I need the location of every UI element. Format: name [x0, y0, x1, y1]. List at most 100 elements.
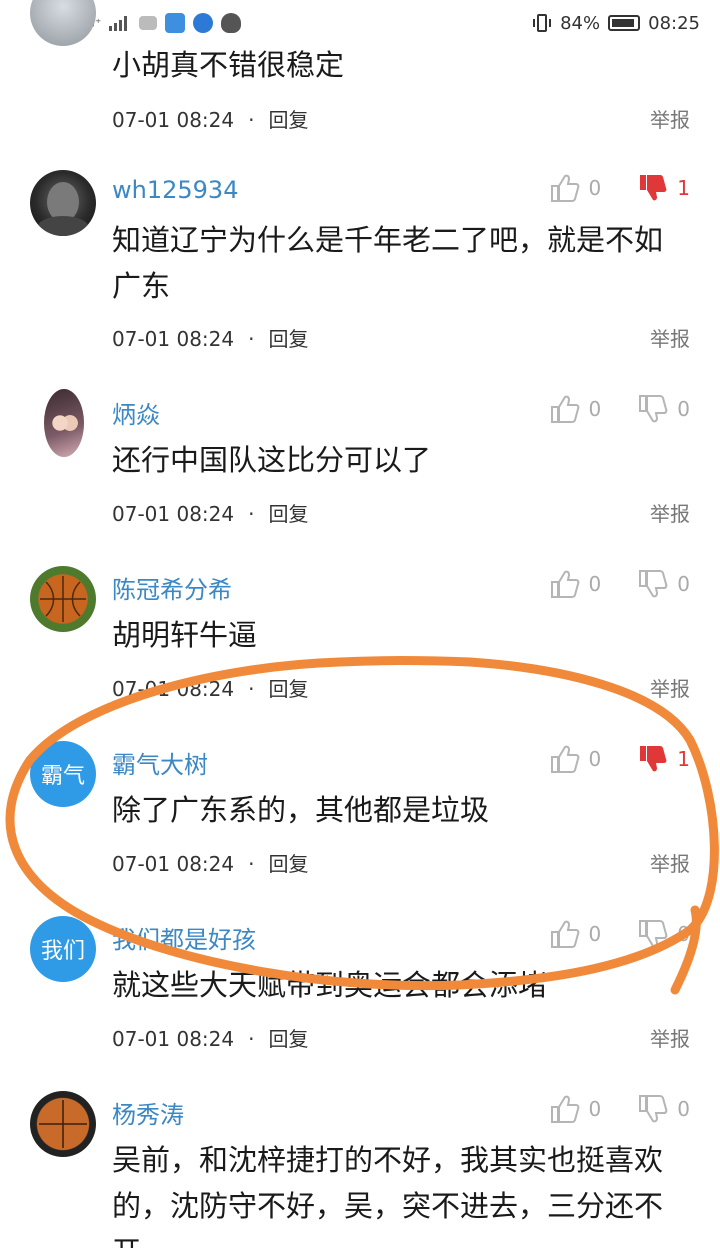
- comment-text: 还行中国队这比分可以了: [112, 443, 432, 477]
- comment-meta: 07-01 08:24 · 回复: [112, 673, 308, 702]
- comment-text: 胡明轩牛逼: [112, 618, 258, 652]
- thumb-down-icon: [639, 920, 668, 948]
- comment-time: 07-01 08:24: [112, 852, 235, 876]
- separator-dot: ·: [248, 677, 255, 701]
- reply-link[interactable]: 回复: [268, 502, 308, 526]
- couple-photo-avatar-icon: [44, 389, 84, 457]
- dislike-button[interactable]: 0: [637, 568, 690, 600]
- reply-link[interactable]: 回复: [268, 108, 308, 132]
- dislike-count: 0: [677, 1097, 690, 1121]
- comment-item: 我们 我们都是好孩 0 0 就这些大天赋带到奥运会都会添堵 07-01 08:2…: [0, 900, 720, 1075]
- portrait-avatar-icon: [37, 182, 89, 236]
- comment-text: 除了广东系的，其他都是垃圾: [112, 793, 490, 827]
- comment-item: 陈冠希分希 0 0 胡明轩牛逼 07-01 08:24 · 回复 举报: [0, 550, 720, 725]
- comment-text: 知道辽宁为什么是千年老二了吧，就是不如广东: [112, 223, 664, 303]
- thumb-down-icon: [639, 395, 668, 423]
- thumb-up-icon: [550, 395, 579, 423]
- comment-item: 霸气 霸气大树 0 1 除了广东系的，其他都是垃圾 07-01 08:24 · 回复…: [0, 725, 720, 900]
- avatar[interactable]: [30, 1091, 96, 1157]
- dislike-count: 0: [677, 922, 690, 946]
- report-link[interactable]: 举报: [650, 848, 690, 877]
- username[interactable]: wh125934: [112, 176, 238, 204]
- comment-time: 07-01 08:24: [112, 502, 235, 526]
- thumb-down-icon: [639, 1095, 668, 1123]
- comment-text: 就这些大天赋带到奥运会都会添堵: [112, 968, 548, 1002]
- dislike-count: 0: [677, 572, 690, 596]
- dislike-button[interactable]: 1: [637, 743, 690, 775]
- username[interactable]: 杨秀涛: [112, 1095, 184, 1130]
- reply-link[interactable]: 回复: [268, 327, 308, 351]
- like-button[interactable]: 0: [549, 918, 602, 950]
- thumb-up-icon: [550, 745, 579, 773]
- reply-link[interactable]: 回复: [268, 852, 308, 876]
- dislike-button[interactable]: 0: [637, 1093, 690, 1125]
- dislike-button[interactable]: 0: [637, 918, 690, 950]
- reply-link[interactable]: 回复: [268, 677, 308, 701]
- username[interactable]: 陈冠希分希: [112, 570, 232, 605]
- like-button[interactable]: 0: [549, 393, 602, 425]
- like-button[interactable]: 0: [549, 172, 602, 204]
- thumb-up-icon: [550, 570, 579, 598]
- like-button[interactable]: 0: [549, 743, 602, 775]
- vote-group: 0 1: [549, 172, 690, 204]
- username[interactable]: 炳焱: [112, 395, 160, 430]
- report-link[interactable]: 举报: [650, 104, 690, 133]
- vote-group: 0 0: [549, 393, 690, 425]
- comment-item: wh125934 0 1 知道辽宁为什么是千年老二了吧，就是不如广东 07-01…: [0, 150, 720, 375]
- avatar[interactable]: [30, 566, 96, 632]
- like-button[interactable]: 0: [549, 1093, 602, 1125]
- like-count: 0: [588, 572, 602, 596]
- like-count: 0: [588, 922, 602, 946]
- separator-dot: ·: [248, 1027, 255, 1051]
- report-link[interactable]: 举报: [650, 498, 690, 527]
- avatar[interactable]: 我们: [30, 916, 96, 982]
- vote-group: 0 0: [549, 568, 690, 600]
- comment-time: 07-01 08:24: [112, 108, 235, 132]
- comment-text: 小胡真不错很稳定: [112, 48, 345, 82]
- like-button[interactable]: 0: [549, 568, 602, 600]
- report-link[interactable]: 举报: [650, 1023, 690, 1052]
- separator-dot: ·: [248, 502, 255, 526]
- avatar[interactable]: 霸气: [30, 741, 96, 807]
- thumb-down-icon: [640, 746, 667, 772]
- comment-time: 07-01 08:24: [112, 327, 235, 351]
- comment-item: 炳焱 0 0 还行中国队这比分可以了 07-01 08:24 · 回复 举报: [0, 375, 720, 550]
- report-link[interactable]: 举报: [650, 673, 690, 702]
- comment-text: 吴前，和沈梓捷打的不好，我其实也挺喜欢的，沈防守不好，吴，突不进去，三分还不开: [112, 1143, 664, 1248]
- like-count: 0: [588, 747, 602, 771]
- thumb-up-icon: [550, 174, 579, 202]
- like-count: 0: [588, 1097, 602, 1121]
- comment-time: 07-01 08:24: [112, 677, 235, 701]
- dislike-count: 1: [677, 176, 690, 200]
- basketball-icon: [40, 576, 86, 622]
- separator-dot: ·: [248, 327, 255, 351]
- comment-time: 07-01 08:24: [112, 1027, 235, 1051]
- username[interactable]: 我们都是好孩: [112, 920, 256, 955]
- reply-link[interactable]: 回复: [268, 1027, 308, 1051]
- avatar[interactable]: [30, 170, 96, 236]
- basketball-icon: [39, 1100, 87, 1148]
- vote-group: 0 1: [549, 743, 690, 775]
- thumb-up-icon: [550, 920, 579, 948]
- thumb-up-icon: [550, 1095, 579, 1123]
- like-count: 0: [588, 397, 602, 421]
- comment-item: 小胡真不错很稳定 07-01 08:24 · 回复 举报: [0, 0, 720, 150]
- comment-meta: 07-01 08:24 · 回复: [112, 848, 308, 877]
- dislike-button[interactable]: 1: [637, 172, 690, 204]
- comment-meta: 07-01 08:24 · 回复: [112, 1023, 308, 1052]
- avatar[interactable]: [30, 0, 96, 46]
- dislike-count: 1: [677, 747, 690, 771]
- dislike-button[interactable]: 0: [637, 393, 690, 425]
- separator-dot: ·: [248, 108, 255, 132]
- comment-meta: 07-01 08:24 · 回复: [112, 323, 308, 352]
- separator-dot: ·: [248, 852, 255, 876]
- thumb-down-icon: [639, 570, 668, 598]
- comment-meta: 07-01 08:24 · 回复: [112, 104, 308, 133]
- vote-group: 0 0: [549, 918, 690, 950]
- like-count: 0: [588, 176, 602, 200]
- comment-meta: 07-01 08:24 · 回复: [112, 498, 308, 527]
- dislike-count: 0: [677, 397, 690, 421]
- thumb-down-icon: [640, 175, 667, 201]
- report-link[interactable]: 举报: [650, 323, 690, 352]
- username[interactable]: 霸气大树: [112, 745, 208, 780]
